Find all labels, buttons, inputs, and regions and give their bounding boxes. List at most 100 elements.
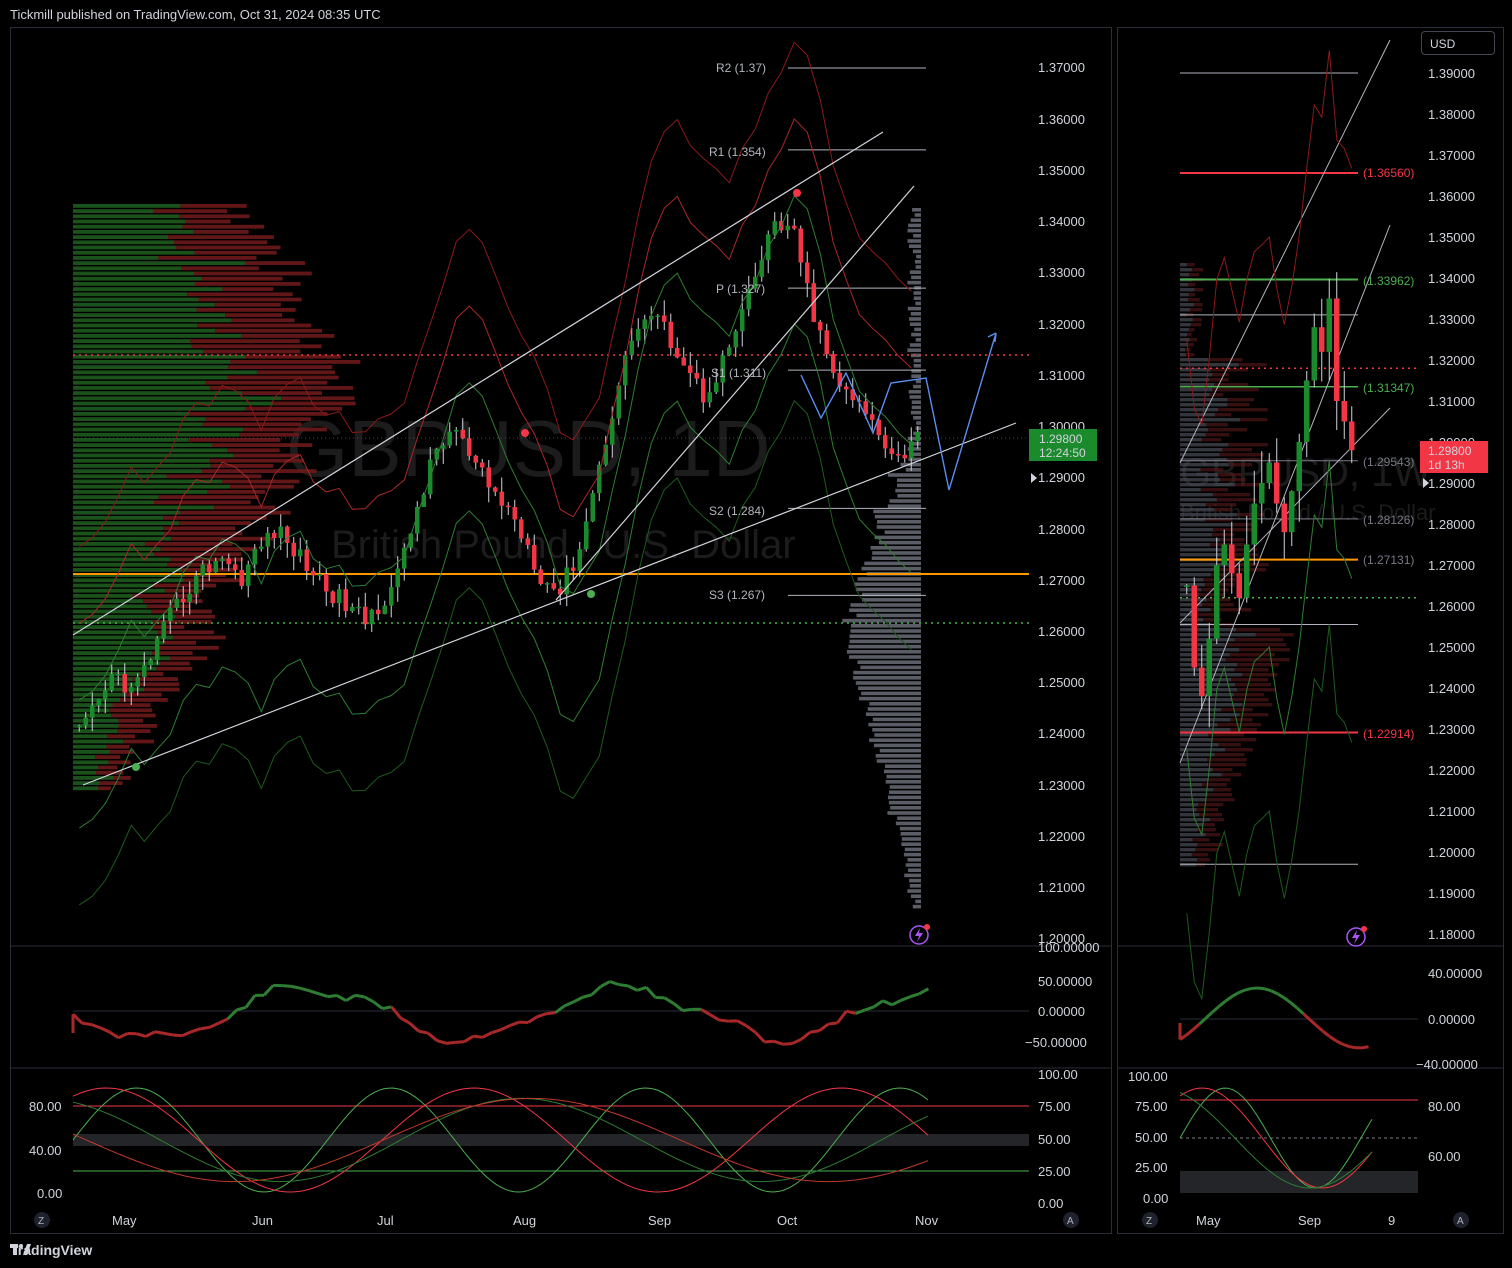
oscillator-2-right-axis[interactable]: 80.00 60.00 — [1428, 1099, 1461, 1164]
auto-scale-icon[interactable]: A — [1063, 1212, 1079, 1228]
candle-body — [181, 598, 186, 602]
volume-profile-bar — [1221, 708, 1253, 712]
volume-profile-bar — [1180, 358, 1209, 362]
oscillator-1-axis[interactable]: 100.00000 50.00000 0.00000 −50.00000 — [1025, 940, 1099, 1050]
oscillator-2-right-axis[interactable]: 100.00 75.00 50.00 25.00 0.00 — [1038, 1067, 1078, 1211]
price-tick: 1.29000 — [1038, 470, 1085, 485]
candle-body — [642, 319, 647, 330]
zoom-icon[interactable]: Z — [1142, 1212, 1158, 1228]
price-tick: 1.32000 — [1038, 317, 1085, 332]
volume-profile-bar — [849, 634, 921, 638]
oscillator-1-segment — [818, 1022, 830, 1032]
volume-profile-bar — [1212, 738, 1257, 742]
volume-profile-bar — [884, 764, 921, 768]
candle-body — [655, 315, 660, 318]
volume-profile-bar — [1212, 388, 1259, 392]
symbol-watermark: GBPUSD, 1D — [286, 404, 771, 493]
volume-profile-bar — [914, 260, 921, 264]
volume-profile-bar — [73, 287, 223, 291]
volume-profile-bar — [73, 224, 183, 229]
weekly-chart-panel[interactable]: GBPUSD, 1W British Pound / U.S. Dollar (… — [1117, 27, 1504, 1234]
oscillator-2-left-axis[interactable]: 80.00 40.00 0.00 — [29, 1099, 62, 1201]
price-tick: 1.38000 — [1428, 107, 1475, 122]
oscillator-1-segment — [136, 1032, 147, 1038]
volume-profile-bar — [151, 609, 212, 614]
volume-profile-bar — [903, 852, 921, 857]
candle-body — [1281, 503, 1287, 533]
lightning-icon[interactable] — [1346, 926, 1367, 947]
volume-profile-bar — [887, 473, 921, 477]
play-marker-icon[interactable] — [1031, 473, 1037, 483]
volume-profile-bar — [73, 510, 181, 515]
volume-profile-bar — [909, 270, 921, 274]
svg-text:Z: Z — [1146, 1216, 1152, 1227]
volume-profile-bar — [853, 676, 921, 680]
tradingview-footer[interactable]: TradingView — [10, 1242, 92, 1258]
daily-chart-canvas[interactable]: GBPUSD, 1D British Pound / U.S. Dollar R… — [11, 28, 1111, 1233]
volume-profile-bar — [850, 629, 921, 633]
volume-profile-bar — [883, 769, 921, 774]
time-axis[interactable]: May Jun Jul Aug Sep Oct Nov — [112, 1213, 939, 1228]
oscillator-1-segment — [154, 1030, 165, 1035]
volume-profile-bar — [1198, 803, 1224, 807]
volume-profile-bar — [1180, 298, 1189, 302]
price-tick: 1.21000 — [1038, 880, 1085, 895]
volume-profile-bar — [158, 495, 259, 499]
price-axis[interactable]: 1.37000 1.36000 1.35000 1.34000 1.33000 … — [1038, 60, 1085, 946]
currency-button[interactable]: USD — [1421, 31, 1495, 55]
oscillator-1-segment — [764, 1039, 774, 1044]
volume-profile-bar — [189, 412, 328, 416]
volume-profile-bar — [163, 526, 236, 531]
volume-profile-bar — [1188, 298, 1200, 302]
candle-body — [1229, 544, 1235, 574]
oscillator-2-left-axis[interactable]: 100.00 75.00 50.00 25.00 0.00 — [1128, 1069, 1168, 1206]
lightning-icon[interactable] — [909, 924, 930, 945]
volume-profile-bar — [1213, 788, 1232, 792]
volume-profile-bar — [864, 561, 921, 566]
oscillator-1-axis[interactable]: 40.00000 0.00000 −40.00000 — [1416, 966, 1482, 1072]
volume-profile-bar — [153, 625, 185, 629]
oscillator-1-segment — [345, 993, 356, 1002]
volume-profile-bar — [231, 318, 295, 323]
volume-profile-bar — [73, 760, 109, 765]
candle-body — [441, 445, 446, 449]
volume-profile-bar — [73, 495, 159, 499]
auto-scale-icon[interactable]: A — [1453, 1212, 1469, 1228]
oscillator-1-segment — [1315, 1024, 1324, 1033]
volume-profile-bar — [842, 618, 921, 623]
volume-profile-bar — [118, 718, 144, 723]
volume-profile-bar — [73, 692, 126, 697]
volume-profile-bar — [915, 426, 921, 430]
daily-chart-panel[interactable]: GBPUSD, 1D British Pound / U.S. Dollar R… — [10, 27, 1112, 1234]
candle-body — [278, 526, 283, 538]
volume-profile-bar — [1209, 818, 1224, 822]
volume-profile-bar — [889, 785, 921, 789]
candle-body — [226, 558, 231, 565]
volume-profile-bar — [1180, 723, 1218, 727]
volume-profile-bar — [850, 603, 921, 607]
volume-profile-bar — [1242, 703, 1272, 707]
volume-profile-bar — [1196, 808, 1219, 812]
volume-profile-bar — [73, 339, 191, 343]
volume-profile-bar — [1180, 808, 1197, 812]
price-tick: 1.26000 — [1428, 599, 1475, 614]
candle-body — [142, 665, 147, 677]
zoom-icon[interactable]: Z — [34, 1212, 50, 1228]
candle-body — [519, 519, 524, 539]
volume-profile-bar — [1180, 388, 1213, 392]
volume-profile-bar — [896, 478, 921, 482]
time-axis[interactable]: May Sep 9 — [1196, 1213, 1395, 1228]
weekly-chart-canvas[interactable]: GBPUSD, 1W British Pound / U.S. Dollar (… — [1118, 28, 1503, 1233]
volume-profile-bar — [73, 375, 228, 380]
volume-profile-bar — [1234, 563, 1269, 567]
volume-profile-bar — [1208, 358, 1243, 362]
volume-profile-bar — [913, 234, 921, 238]
volume-profile-bar — [867, 707, 921, 711]
oscillator-1-segment — [554, 1004, 566, 1014]
volume-profile-bar — [273, 401, 356, 406]
volume-profile-bar — [187, 292, 293, 297]
oscillator-1-segment — [108, 1030, 120, 1040]
price-tick: 1.18000 — [1428, 927, 1475, 942]
volume-profile-bar — [1218, 408, 1268, 412]
volume-profile-bar — [1197, 828, 1216, 832]
